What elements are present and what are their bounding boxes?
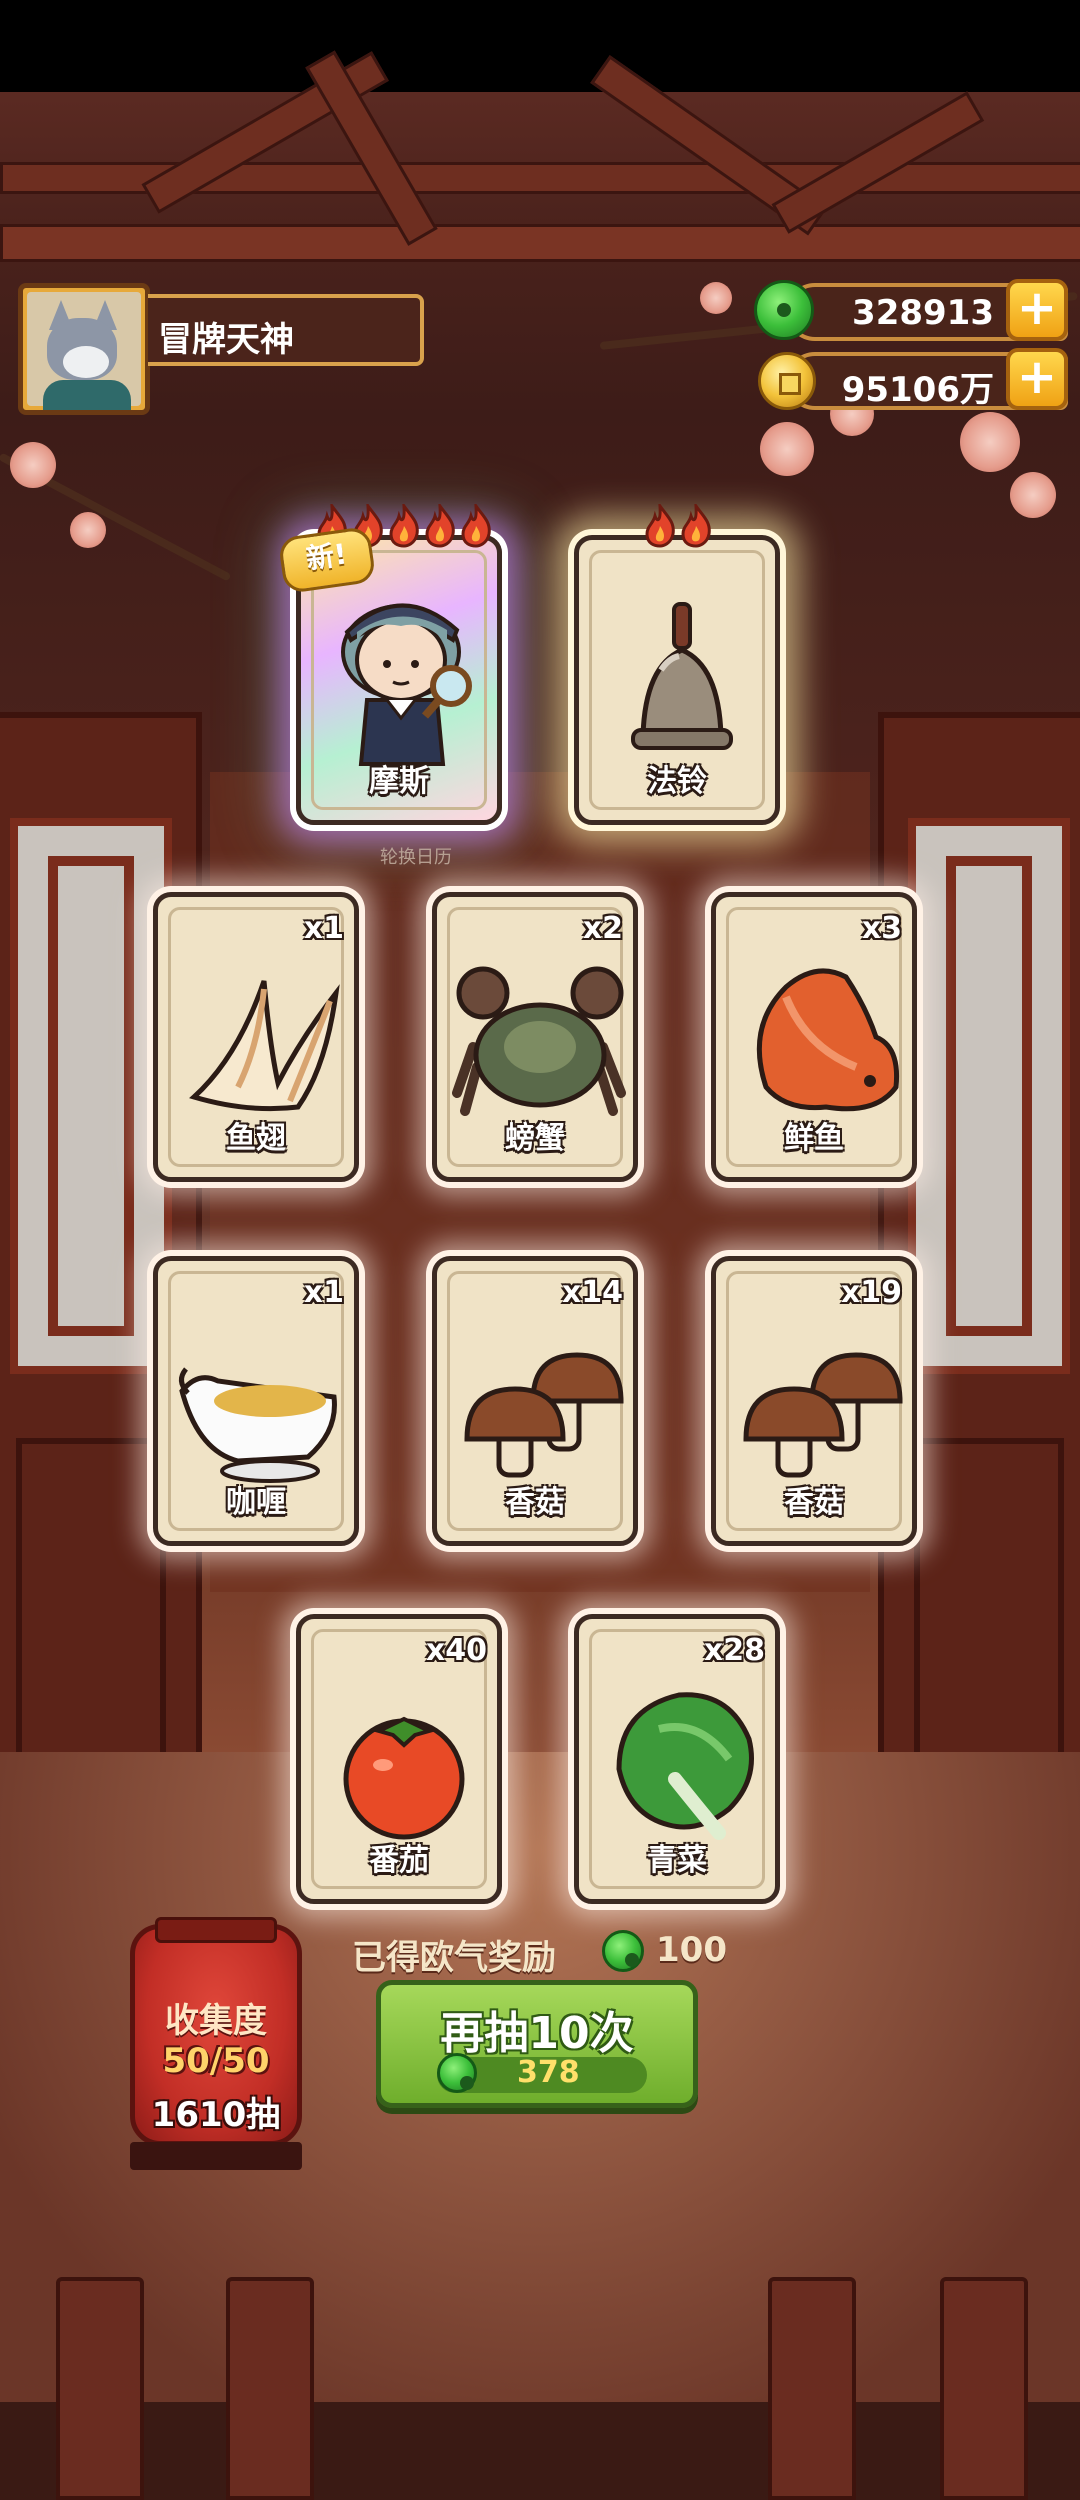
card-name: 香菇: [784, 1485, 844, 1520]
item-quantity: x14: [561, 1275, 623, 1310]
collection-title: 收集度: [165, 2001, 267, 2041]
blossom: [70, 512, 106, 548]
background-label: 轮换日历: [380, 847, 452, 868]
item-quantity: x1: [303, 911, 344, 946]
item-quantity: x28: [703, 1633, 765, 1668]
player-name: 冒牌天神: [158, 320, 294, 360]
roof-beam: [0, 224, 1080, 262]
card-name: 香菇: [505, 1485, 565, 1520]
reward-value: 100: [656, 1930, 727, 1970]
card-tomato[interactable]: x40 番茄: [296, 1614, 502, 1904]
fence-post: [226, 2277, 314, 2500]
blossom: [960, 412, 1020, 472]
card-mushroom[interactable]: x14 香菇: [432, 1256, 638, 1546]
item-quantity: x40: [425, 1633, 487, 1668]
jade-icon: [602, 1930, 644, 1972]
card-name: 番茄: [369, 1843, 429, 1878]
card-fish[interactable]: x3 鲜鱼: [711, 892, 917, 1182]
jade-icon: [754, 280, 814, 340]
fence-post: [940, 2277, 1028, 2500]
reward-label: 已得欧气奖励: [352, 1938, 556, 1978]
card-curry[interactable]: x1 咖喱: [153, 1256, 359, 1546]
card-name: 青菜: [647, 1843, 707, 1878]
draw-again-button[interactable]: 再抽10次 378: [376, 1980, 698, 2108]
item-quantity: x3: [861, 911, 902, 946]
lantern-stand: [130, 2142, 302, 2170]
add-jade-button[interactable]: +: [1006, 279, 1068, 341]
item-quantity: x2: [582, 911, 623, 946]
card-mushroom[interactable]: x19 香菇: [711, 1256, 917, 1546]
player-name-box: 冒牌天神: [148, 294, 424, 366]
coin-value: 95106万: [841, 370, 994, 410]
draw-cost: 378: [517, 2055, 580, 2090]
card-mosi[interactable]: 新! 摩斯: [277, 504, 502, 825]
card-name: 法铃: [647, 764, 707, 799]
card-name: 摩斯: [369, 764, 429, 799]
add-coins-button[interactable]: +: [1006, 348, 1068, 410]
card-shark-fin[interactable]: x1 鱼翅: [153, 892, 359, 1182]
card-name: 咖喱: [226, 1485, 286, 1520]
item-quantity: x1: [303, 1275, 344, 1310]
draw-again-label: 再抽10次: [440, 2008, 634, 2059]
blossom: [700, 282, 732, 314]
fence-post: [56, 2277, 144, 2500]
blossom: [1010, 472, 1056, 518]
blossom: [10, 442, 56, 488]
item-quantity: x19: [840, 1275, 902, 1310]
card-greens[interactable]: x28 青菜: [574, 1614, 780, 1904]
card-faling[interactable]: 法铃: [574, 504, 780, 825]
card-crab[interactable]: x2 螃蟹: [432, 892, 638, 1182]
blossom: [760, 422, 814, 476]
jade-icon: [437, 2053, 477, 2093]
coin-icon: [758, 352, 816, 410]
card-name: 鲜鱼: [784, 1121, 844, 1156]
fence-post: [768, 2277, 856, 2500]
collection-lantern[interactable]: 收集度 50/50 1610抽: [130, 1917, 302, 2146]
coin-counter: 95106万 +: [786, 348, 1068, 410]
jade-counter: 328913 +: [786, 279, 1068, 341]
jade-value: 328913: [852, 293, 994, 333]
collection-progress: 50/50: [162, 2041, 270, 2081]
collection-draws: 1610抽: [151, 2095, 281, 2135]
card-name: 螃蟹: [505, 1121, 565, 1156]
status-bar: [0, 0, 1080, 92]
player-avatar[interactable]: [18, 283, 150, 415]
card-name: 鱼翅: [226, 1121, 286, 1156]
